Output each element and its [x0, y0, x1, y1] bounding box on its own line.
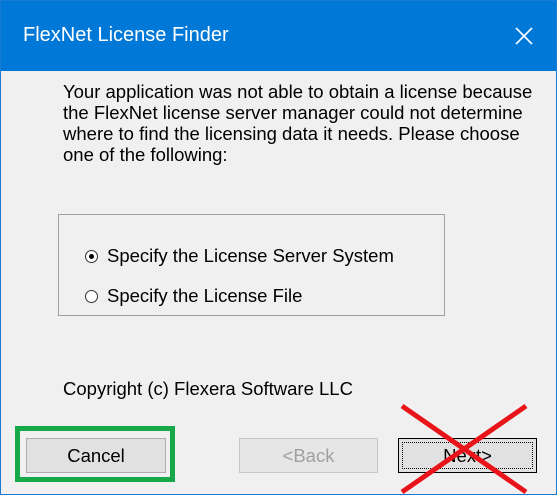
title-bar: FlexNet License Finder	[1, 1, 556, 71]
option-license-file[interactable]: Specify the License File	[85, 285, 302, 307]
copyright-text: Copyright (c) Flexera Software LLC	[63, 378, 353, 399]
radio-license-file[interactable]	[85, 289, 98, 303]
red-cross-mark	[400, 403, 528, 495]
cancel-highlight-box	[15, 426, 175, 482]
option-license-file-label: Specify the License File	[107, 285, 303, 306]
license-option-group: Specify the License Server System Specif…	[58, 214, 445, 316]
window-title: FlexNet License Finder	[23, 24, 229, 46]
option-license-server[interactable]: Specify the License Server System	[85, 245, 394, 267]
back-button[interactable]: <Back	[239, 438, 378, 473]
dialog-message: Your application was not able to obtain …	[63, 81, 533, 165]
radio-license-server[interactable]	[85, 249, 98, 263]
option-license-server-label: Specify the License Server System	[107, 245, 394, 266]
close-icon	[515, 27, 533, 45]
close-button[interactable]	[492, 1, 556, 71]
